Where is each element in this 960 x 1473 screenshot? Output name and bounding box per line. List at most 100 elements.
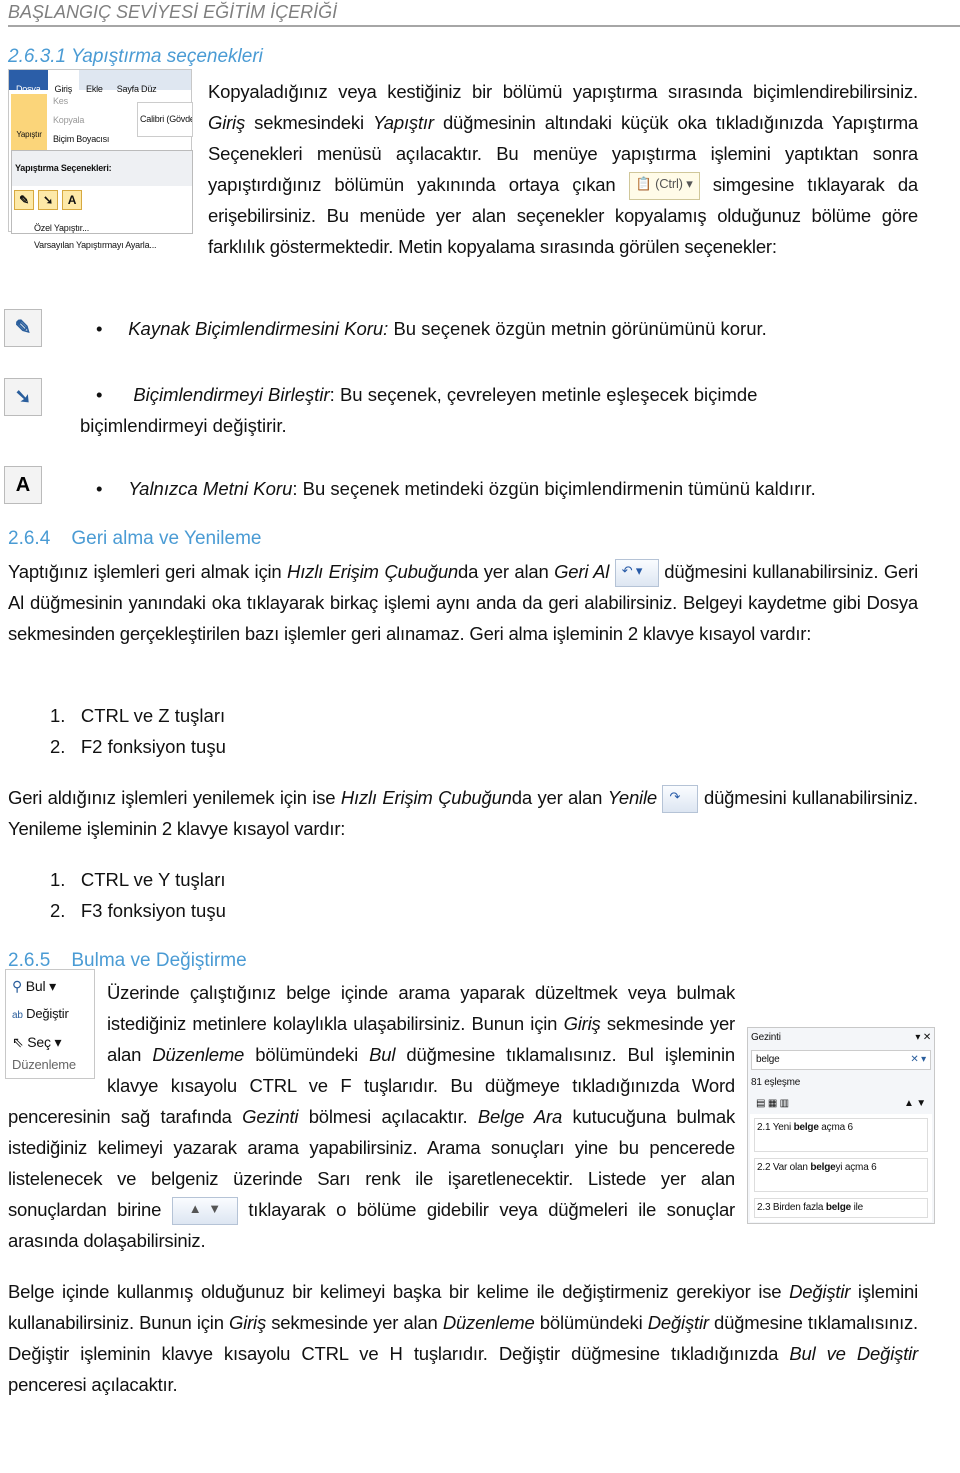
undo-button-icon: ↶ ▾ (614, 559, 659, 588)
match-count: 81 eşleşme (751, 1077, 801, 1088)
text: Belge içinde kullanmış olduğunuz bir kel… (8, 1281, 790, 1302)
text: Geri aldığınız işlemleri yenilemek için … (8, 787, 341, 808)
text: Yaptığınız işlemleri geri almak için (8, 561, 288, 582)
paragraph: Yaptığınız işlemleri geri almak için Hız… (8, 556, 918, 649)
text: Gezinti (242, 1106, 299, 1127)
editing-group-image: ⚲ Bul ▾ ab Değiştir ⇖ Seç ▾ Düzenleme (5, 969, 95, 1079)
text: sekmesindeki (245, 112, 374, 133)
option-item: • Biçimlendirmeyi Birleştir: Bu seçenek,… (96, 384, 758, 405)
text: Giriş (563, 1013, 601, 1034)
tab-sayfa: Sayfa Düz (116, 84, 157, 94)
text: Bul ve Değiştir (789, 1343, 919, 1364)
tab-dosya: Dosya (9, 70, 48, 94)
clear-icon: ✕ ▾ (910, 1054, 926, 1065)
text: Değiştir (789, 1281, 851, 1302)
search-input: belge (756, 1054, 780, 1065)
list-item: 1. CTRL ve Y tuşları (50, 864, 226, 895)
text: bölümündeki (244, 1044, 370, 1065)
text: Hızlı Erişim Çubuğun (287, 561, 459, 582)
list-text: F3 fonksiyon tuşu (80, 900, 226, 921)
text: bölümündeki (534, 1312, 648, 1333)
replace-label: Değiştir (26, 1006, 69, 1021)
text: 2.3 Birden fazla (757, 1202, 826, 1213)
text: Belge Ara (477, 1106, 563, 1127)
paste-ribbon-image: Dosya Giriş Ekle Sayfa Düz Yapıştır Kes Kop… (8, 69, 193, 250)
option-desc: : Bu seçenek metindeki özgün biçimlendir… (292, 478, 816, 499)
text: ile (851, 1202, 864, 1213)
text: Yapıştır (373, 112, 434, 133)
text: da yer alan (511, 787, 608, 808)
list-item: 1. CTRL ve Z tuşları (50, 700, 225, 731)
text: bölmesi açılacaktır. (298, 1106, 478, 1127)
option-item: • Kaynak Biçimlendirmesini Koru: Bu seçe… (96, 318, 767, 339)
text: Geri Al (554, 561, 610, 582)
result-item: 2.1 Yeni belge açma 6 (754, 1118, 928, 1152)
keep-source-icon: ✎ (14, 190, 34, 210)
text: Bul (369, 1044, 396, 1065)
font-box: Calibri (Gövde (137, 102, 193, 137)
merge-icon: ➘ (38, 190, 58, 210)
paragraph: Dosya Giriş Ekle Sayfa Düz Yapıştır Kes Kop… (8, 69, 918, 262)
keep-source-formatting-icon: ✎ (4, 309, 42, 347)
list-item: 2. F2 fonksiyon tuşu (50, 731, 226, 762)
text: Hızlı Erişim Çubuğun (340, 787, 512, 808)
paragraph: Geri aldığınız işlemleri yenilemek için … (8, 782, 918, 844)
result-item: 2.2 Var olan belgeyi açma 6 (754, 1158, 928, 1192)
option-desc: : Bu seçenek, çevreleyen metinle eşleşec… (329, 384, 758, 405)
paste-ctrl-button: 📋 (Ctrl) ▾ (628, 172, 700, 201)
section-heading: 2.6.3.1 Yapıştırma seçenekleri (8, 46, 263, 67)
default-paste: Varsayılan Yapıştırmayı Ayarla... (34, 240, 157, 250)
list-number: 1. (50, 705, 66, 726)
text: belge (810, 1162, 836, 1173)
text: Değiştir (647, 1312, 709, 1333)
text-only-icon: A (62, 190, 82, 210)
option-item: • Yalnızca Metni Koru: Bu seçenek metind… (96, 478, 816, 499)
text: Düzenleme (152, 1044, 245, 1065)
view-tabs: ▤ ▦ ▥ ▲ ▼ (756, 1098, 926, 1109)
replace-icon: ab (12, 1010, 23, 1021)
text: yi açma 6 (835, 1162, 877, 1173)
paste-options-menu: Yapıştırma Seçenekleri: ✎ ➘ A Özel Yapıştı… (11, 150, 193, 250)
text: Giriş (208, 112, 246, 133)
list-text: CTRL ve Z tuşları (80, 705, 226, 726)
list-text: F2 fonksiyon tuşu (80, 736, 226, 757)
option-desc: Bu seçenek özgün metnin görünümünü korur… (388, 318, 767, 339)
redo-button-icon: ↷ (662, 785, 699, 814)
text: belge (793, 1122, 819, 1133)
menu-title: Yapıştırma Seçenekleri: (12, 151, 192, 186)
list-number: 2. (50, 736, 66, 757)
list-item: 2. F3 fonksiyon tuşu (50, 895, 226, 926)
list-number: 2. (50, 900, 66, 921)
page-header: BAŞLANGIÇ SEVİYESİ EĞİTİM İÇERİĞİ (8, 0, 960, 27)
paragraph: Belge içinde kullanmış olduğunuz bir kel… (8, 1276, 918, 1400)
pane-title: Gezinti (751, 1032, 781, 1043)
text: açma 6 (818, 1122, 853, 1133)
find-label: Bul (25, 978, 46, 994)
cursor-icon: ⇖ (12, 1034, 24, 1050)
clipboard-icon: 📋 (635, 176, 652, 192)
text: belge (825, 1202, 851, 1213)
paste-button: Yapıştır (11, 94, 47, 152)
result-item: 2.3 Birden fazla belge ile (754, 1198, 928, 1218)
option-name: Kaynak Biçimlendirmesini Koru: (128, 318, 389, 339)
tab-giris: Giriş (47, 70, 80, 94)
cut-label: Kes (53, 96, 68, 106)
tab-ekle: Ekle (86, 84, 103, 94)
text: 2.2 Var olan (757, 1162, 811, 1173)
paragraph: ⚲ Bul ▾ ab Değiştir ⇖ Seç ▾ Düzenleme Ge… (5, 969, 935, 1256)
binoculars-icon: ⚲ (12, 978, 23, 994)
ctrl-label: (Ctrl) (655, 176, 683, 192)
navigation-pane-image: Gezinti ▾ ✕ belge ✕ ▾ 81 eşleşme ▤ ▦ ▥ ▲ ▼ … (747, 1027, 935, 1224)
text: da yer alan (458, 561, 555, 582)
prev-next-buttons-icon: ▲ ▼ (171, 1197, 238, 1226)
close-icon: ▾ ✕ (915, 1032, 931, 1043)
format-painter-label: Biçim Boyacısı (53, 134, 110, 144)
text: Kopyaladığınız veya kestiğiniz bir bölüm… (208, 81, 918, 102)
section-heading: 2.6.4 Geri alma ve Yenileme (8, 528, 262, 549)
copy-label: Kopyala (53, 115, 85, 125)
text: Düzenleme (442, 1312, 535, 1333)
option-desc: biçimlendirmeyi değiştirir. (80, 415, 287, 436)
text: 2.1 Yeni (757, 1122, 794, 1133)
keep-text-only-icon: A (4, 466, 42, 504)
special-paste: Özel Yapıştır... (34, 223, 89, 233)
